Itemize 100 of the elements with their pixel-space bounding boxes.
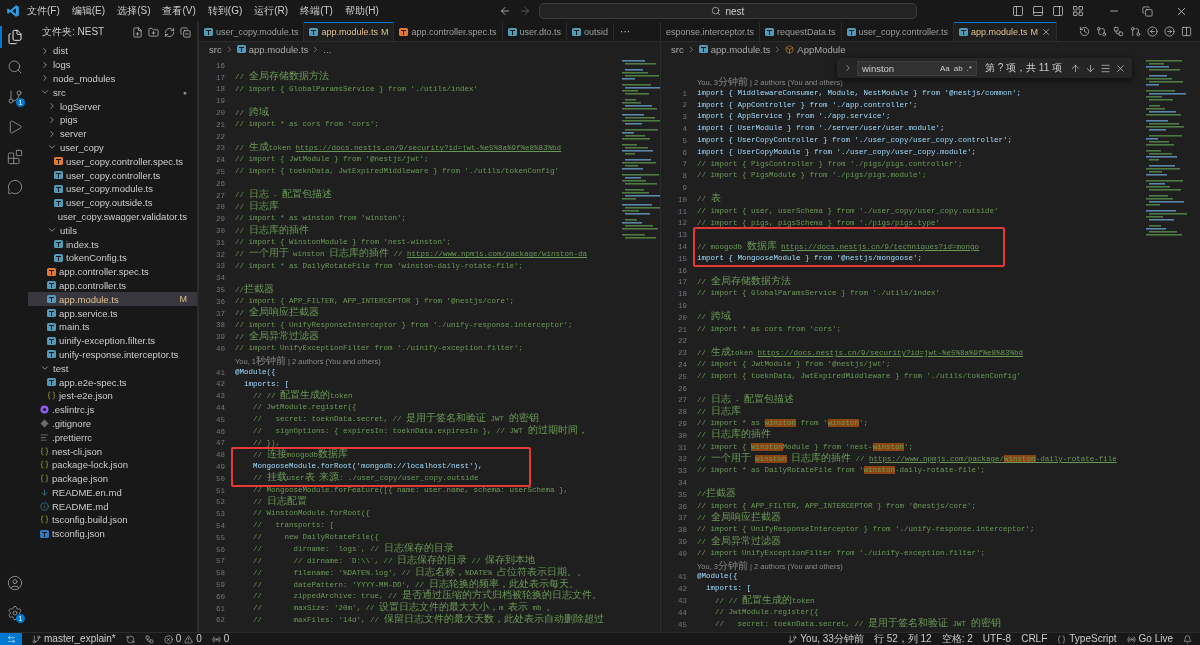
compare-icon[interactable] — [1096, 26, 1107, 37]
close-icon[interactable] — [1115, 62, 1126, 74]
blocks-icon[interactable] — [7, 149, 23, 165]
file-item[interactable]: tokenConfig.ts — [28, 250, 197, 265]
menu-item[interactable]: 文件(F) — [22, 2, 65, 20]
folder-item[interactable]: server — [28, 126, 197, 141]
breadcrumb-item[interactable]: app.module.ts — [698, 43, 771, 55]
file-item[interactable]: app.controller.ts — [28, 278, 197, 293]
folder-item[interactable]: logServer — [28, 99, 197, 113]
find-option[interactable]: Aa — [939, 63, 950, 73]
breadcrumb-item[interactable]: AppModule — [785, 43, 846, 55]
file-item[interactable]: app.e2e-spec.ts — [28, 375, 197, 389]
menu-icon[interactable] — [1100, 62, 1111, 74]
play-icon[interactable] — [7, 119, 23, 135]
back-icon[interactable] — [498, 5, 511, 17]
find-option[interactable]: ab — [953, 63, 963, 73]
branch-icon[interactable] — [7, 89, 23, 105]
settings-icon[interactable] — [7, 605, 23, 621]
layout-icon[interactable] — [1072, 5, 1084, 17]
menu-item[interactable]: 编辑(E) — [66, 2, 111, 20]
file-item[interactable]: README.md — [28, 499, 197, 514]
command-center[interactable]: nest — [538, 3, 917, 19]
collapse-icon[interactable] — [180, 26, 191, 38]
file-item[interactable]: user_copy.controller.ts — [28, 168, 197, 182]
status-item[interactable]: UTF-8 — [982, 633, 1012, 645]
status-item[interactable]: 行 52，列 12 — [873, 633, 932, 645]
account-icon[interactable] — [7, 575, 23, 591]
file-item[interactable]: index.ts — [28, 237, 197, 251]
files-icon[interactable] — [7, 29, 23, 45]
menu-item[interactable]: 查看(V) — [157, 2, 201, 20]
file-item[interactable]: user_copy.module.ts — [28, 181, 197, 196]
folder-item[interactable]: user_copy — [28, 140, 197, 155]
pull-request-icon[interactable] — [1130, 26, 1141, 37]
breadcrumb-item[interactable]: ... — [323, 43, 332, 55]
file-item[interactable]: app.service.ts — [28, 306, 197, 320]
folder-item[interactable]: node_modules — [28, 71, 197, 86]
file-item[interactable]: package-lock.json — [28, 457, 197, 472]
file-item[interactable]: jest-e2e.json — [28, 388, 197, 403]
file-item[interactable]: .eslintrc.js — [28, 402, 197, 417]
menu-item[interactable]: 帮助(H) — [339, 2, 384, 20]
sync-button[interactable] — [125, 634, 135, 644]
find-option[interactable]: .* — [966, 63, 972, 73]
menu-item[interactable]: 选择(S) — [112, 2, 156, 20]
file-item[interactable]: user_copy.controller.spec.ts — [28, 154, 197, 169]
file-item[interactable]: .prettierrc — [28, 430, 197, 445]
arrow-down-icon[interactable] — [1085, 62, 1096, 74]
history-icon[interactable] — [1079, 26, 1090, 37]
menu-item[interactable]: 运行(R) — [249, 2, 294, 20]
notifications-button[interactable] — [1183, 634, 1192, 644]
folder-item[interactable]: pigs — [28, 113, 197, 127]
file-item[interactable]: tsconfig.json — [28, 526, 197, 541]
restore-icon[interactable] — [1142, 5, 1153, 17]
folder-item[interactable]: utils — [28, 223, 197, 238]
go-live-button[interactable]: Go Live — [1126, 633, 1173, 645]
file-item[interactable]: uinify-exception.filter.ts — [28, 333, 197, 348]
folder-item[interactable]: logs — [28, 57, 197, 72]
file-item[interactable]: nest-cli.json — [28, 444, 197, 458]
menu-item[interactable]: 终端(T) — [295, 2, 338, 20]
file-item[interactable]: README.en.md — [28, 485, 197, 500]
chat-icon[interactable] — [7, 179, 23, 195]
search-icon[interactable] — [7, 59, 23, 75]
breadcrumb-item[interactable]: app.module.ts — [236, 43, 309, 55]
folder-item[interactable]: test — [28, 361, 197, 376]
status-item[interactable]: 空格: 2 — [941, 633, 973, 645]
refresh-icon[interactable] — [164, 26, 175, 38]
new-file-icon[interactable] — [132, 26, 143, 38]
arrow-up-icon[interactable] — [1070, 62, 1081, 74]
arrow-left-icon[interactable] — [1147, 26, 1158, 37]
editor-tab[interactable]: app.module.ts M — [304, 22, 395, 41]
blame-button[interactable]: You, 33分钟前 — [788, 633, 864, 645]
editor-tab[interactable]: app.module.ts M — [954, 22, 1058, 41]
file-item[interactable]: package.json — [28, 471, 197, 486]
file-item[interactable]: app.controller.spec.ts — [28, 264, 197, 279]
panel-left-icon[interactable] — [1012, 5, 1024, 17]
folder-item[interactable]: dist — [28, 44, 197, 58]
branch-button[interactable]: master_explain* — [32, 633, 116, 645]
panel-bottom-icon[interactable] — [1032, 5, 1044, 17]
file-item[interactable]: .gitignore — [28, 416, 197, 431]
breadcrumb-item[interactable]: src — [671, 43, 684, 55]
file-item[interactable]: main.ts — [28, 319, 197, 334]
more-tabs-button[interactable]: ··· — [614, 22, 637, 41]
panel-right-icon[interactable] — [1052, 5, 1064, 17]
file-item[interactable]: user_copy.outside.ts — [28, 195, 197, 210]
file-item[interactable]: app.module.ts M — [28, 292, 197, 307]
new-folder-icon[interactable] — [148, 26, 159, 38]
language-button[interactable]: TypeScript — [1057, 633, 1117, 645]
graph-button[interactable] — [144, 634, 154, 644]
workflow-icon[interactable] — [1113, 26, 1124, 37]
ports-button[interactable]: 0 — [211, 633, 230, 645]
split-editor-icon[interactable] — [1181, 26, 1192, 37]
file-item[interactable]: tsconfig.build.json — [28, 513, 197, 527]
breadcrumb-item[interactable]: src — [209, 43, 222, 55]
close-icon[interactable] — [1041, 27, 1052, 37]
problems-button[interactable]: 0 0 — [163, 633, 202, 645]
status-item[interactable]: CRLF — [1021, 633, 1048, 645]
find-input[interactable]: winston Aa ab .* — [856, 60, 977, 76]
menu-item[interactable]: 转到(G) — [202, 2, 248, 20]
arrow-right-icon[interactable] — [1164, 26, 1175, 37]
file-item[interactable]: user_copy.swagger.validator.ts — [28, 209, 197, 224]
file-item[interactable]: unify-response.interceptor.ts — [28, 347, 197, 362]
